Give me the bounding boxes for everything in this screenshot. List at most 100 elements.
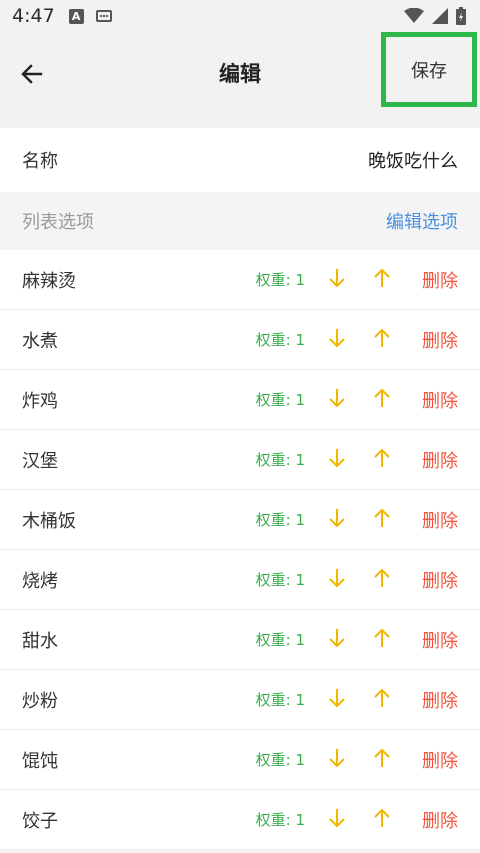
weight-button[interactable]: 权重: 1 [256, 269, 305, 290]
signal-icon [432, 8, 448, 24]
move-up-button[interactable] [370, 328, 394, 352]
delete-button[interactable]: 删除 [422, 507, 458, 533]
delete-button[interactable]: 删除 [422, 447, 458, 473]
delete-button[interactable]: 删除 [422, 687, 458, 713]
move-up-button[interactable] [370, 508, 394, 532]
weight-button[interactable]: 权重: 1 [256, 389, 305, 410]
option-name: 水煮 [22, 330, 58, 352]
status-time: 4:47 [12, 5, 55, 27]
delete-button[interactable]: 删除 [422, 567, 458, 593]
move-up-button[interactable] [370, 568, 394, 592]
edit-options-button[interactable]: 编辑选项 [386, 208, 458, 234]
arrow-up-icon [373, 628, 391, 652]
move-up-button[interactable] [370, 808, 394, 832]
move-down-button[interactable] [325, 388, 349, 412]
delete-button[interactable]: 删除 [422, 747, 458, 773]
delete-button[interactable]: 删除 [422, 627, 458, 653]
arrow-down-icon [328, 808, 346, 832]
arrow-down-icon [328, 628, 346, 652]
move-down-button[interactable] [325, 568, 349, 592]
option-row: 烧烤 权重: 1 删除 [0, 550, 480, 610]
weight-button[interactable]: 权重: 1 [256, 749, 305, 770]
back-button[interactable] [14, 56, 50, 92]
weight-button[interactable]: 权重: 1 [256, 689, 305, 710]
option-controls: 权重: 1 删除 [256, 447, 458, 473]
move-down-button[interactable] [325, 508, 349, 532]
option-row: 炒粉 权重: 1 删除 [0, 670, 480, 730]
delete-button[interactable]: 删除 [422, 327, 458, 353]
arrow-down-icon [328, 448, 346, 472]
move-down-button[interactable] [325, 628, 349, 652]
app-bar: 编辑 保存 [0, 32, 480, 128]
option-row: 馄饨 权重: 1 删除 [0, 730, 480, 790]
status-bar: 4:47 A [0, 0, 480, 32]
name-label: 名称 [22, 151, 58, 172]
arrow-left-icon [21, 64, 43, 84]
option-row: 汉堡 权重: 1 删除 [0, 430, 480, 490]
option-row: 饺子 权重: 1 删除 [0, 790, 480, 850]
option-name: 麻辣烫 [22, 270, 76, 292]
move-down-button[interactable] [325, 448, 349, 472]
option-controls: 权重: 1 删除 [256, 807, 458, 833]
weight-button[interactable]: 权重: 1 [256, 509, 305, 530]
option-row: 甜水 权重: 1 删除 [0, 610, 480, 670]
arrow-up-icon [373, 448, 391, 472]
move-down-button[interactable] [325, 808, 349, 832]
option-row: 麻辣烫 权重: 1 删除 [0, 250, 480, 310]
arrow-down-icon [328, 268, 346, 292]
option-name: 汉堡 [22, 450, 58, 472]
option-controls: 权重: 1 删除 [256, 747, 458, 773]
move-up-button[interactable] [370, 448, 394, 472]
arrow-down-icon [328, 688, 346, 712]
option-row: 木桶饭 权重: 1 删除 [0, 490, 480, 550]
weight-button[interactable]: 权重: 1 [256, 329, 305, 350]
move-down-button[interactable] [325, 328, 349, 352]
delete-button[interactable]: 删除 [422, 807, 458, 833]
option-name: 木桶饭 [22, 510, 76, 532]
weight-button[interactable]: 权重: 1 [256, 449, 305, 470]
delete-button[interactable]: 删除 [422, 387, 458, 413]
arrow-down-icon [328, 748, 346, 772]
arrow-up-icon [373, 748, 391, 772]
weight-button[interactable]: 权重: 1 [256, 629, 305, 650]
arrow-up-icon [373, 268, 391, 292]
move-up-button[interactable] [370, 268, 394, 292]
battery-icon [456, 7, 466, 25]
weight-button[interactable]: 权重: 1 [256, 809, 305, 830]
arrow-down-icon [328, 568, 346, 592]
arrow-up-icon [373, 508, 391, 532]
arrow-up-icon [373, 568, 391, 592]
option-controls: 权重: 1 删除 [256, 567, 458, 593]
option-controls: 权重: 1 删除 [256, 687, 458, 713]
delete-button[interactable]: 删除 [422, 267, 458, 293]
move-down-button[interactable] [325, 748, 349, 772]
option-name: 炸鸡 [22, 390, 58, 412]
name-value[interactable]: 晚饭吃什么 [368, 147, 458, 173]
arrow-down-icon [328, 388, 346, 412]
option-name: 甜水 [22, 630, 58, 652]
move-up-button[interactable] [370, 748, 394, 772]
arrow-up-icon [373, 808, 391, 832]
option-controls: 权重: 1 删除 [256, 387, 458, 413]
arrow-down-icon [328, 328, 346, 352]
save-button[interactable]: 保存 [381, 32, 477, 107]
move-down-button[interactable] [325, 688, 349, 712]
move-up-button[interactable] [370, 388, 394, 412]
arrow-up-icon [373, 328, 391, 352]
list-options-label: 列表选项 [22, 212, 94, 233]
option-controls: 权重: 1 删除 [256, 327, 458, 353]
keyboard-icon [95, 10, 112, 22]
option-controls: 权重: 1 删除 [256, 507, 458, 533]
move-up-button[interactable] [370, 688, 394, 712]
move-down-button[interactable] [325, 268, 349, 292]
name-row[interactable]: 名称 晚饭吃什么 [0, 128, 480, 192]
weight-button[interactable]: 权重: 1 [256, 569, 305, 590]
wifi-icon [404, 8, 424, 23]
list-options-header: 列表选项 编辑选项 [0, 192, 480, 250]
move-up-button[interactable] [370, 628, 394, 652]
arrow-up-icon [373, 688, 391, 712]
option-row: 水煮 权重: 1 删除 [0, 310, 480, 370]
arrow-down-icon [328, 508, 346, 532]
option-controls: 权重: 1 删除 [256, 627, 458, 653]
option-name: 炒粉 [22, 690, 58, 712]
